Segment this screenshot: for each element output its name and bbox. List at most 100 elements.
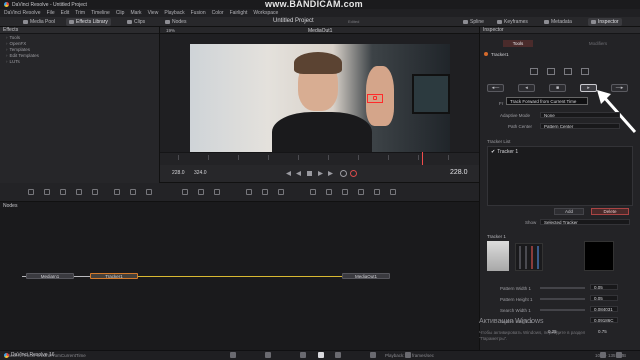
param-value-a[interactable]: 0.25 <box>548 329 557 334</box>
node-mediain[interactable]: MediaIn1 <box>26 273 74 279</box>
keyframes-button[interactable]: Keyframes <box>494 18 531 26</box>
display-icon[interactable] <box>564 68 572 75</box>
param-value-b[interactable]: 0.75 <box>598 329 607 334</box>
transform-tool-icon[interactable] <box>92 189 98 195</box>
menu-item-timeline[interactable]: Timeline <box>91 10 110 16</box>
checkbox-icon[interactable]: ✔ <box>491 149 495 155</box>
cut-page-icon[interactable] <box>265 352 271 358</box>
param-search-width-slider[interactable] <box>540 309 585 311</box>
tracker-sliders <box>515 243 543 271</box>
3d-shape-icon[interactable] <box>374 189 380 195</box>
tracker-pattern-handle[interactable] <box>373 96 377 100</box>
param-pattern-width-slider[interactable] <box>540 287 585 289</box>
menu-item-view[interactable]: View <box>148 10 159 16</box>
menu-item-davinci[interactable]: DaVinci Resolve <box>4 10 41 16</box>
tracker-list-item[interactable]: ✔ Tracker 1 <box>488 147 632 157</box>
home-icon[interactable] <box>600 352 606 358</box>
color-corrector-tool-icon[interactable] <box>198 189 204 195</box>
media-page-icon[interactable] <box>230 352 236 358</box>
node-mediaout[interactable]: MediaOut1 <box>342 273 390 279</box>
menu-item-playback[interactable]: Playback <box>164 10 184 16</box>
3d-renderer-icon[interactable] <box>358 189 364 195</box>
param-pattern-width-value[interactable]: 0.05 <box>590 284 618 290</box>
background-tool-icon[interactable] <box>28 189 34 195</box>
add-tracker-button[interactable]: Add <box>554 208 584 215</box>
3d-text-icon[interactable] <box>390 189 396 195</box>
menu-item-trim[interactable]: Trim <box>75 10 85 16</box>
play-reverse-icon[interactable] <box>296 171 301 176</box>
menu-item-color[interactable]: Color <box>212 10 224 16</box>
param-search-height-value[interactable]: 0.09186C <box>590 317 618 323</box>
fx-item-luts[interactable]: LUTs <box>0 58 159 64</box>
settings-icon[interactable] <box>581 68 589 75</box>
adaptive-mode-select[interactable]: None <box>540 112 620 118</box>
loop-icon[interactable] <box>340 170 347 177</box>
timeline-ruler[interactable] <box>160 152 479 165</box>
media-pool-button[interactable]: Media Pool <box>20 18 58 26</box>
particle-render-icon[interactable] <box>278 189 284 195</box>
nodes-panel[interactable]: Nodes MediaIn1 Tracker1 MediaOut1 <box>0 202 479 350</box>
tab-tools[interactable]: Tools <box>502 40 534 47</box>
settings-gear-icon[interactable] <box>616 352 622 358</box>
edit-page-icon[interactable] <box>300 352 306 358</box>
menu-item-clip[interactable]: Clip <box>116 10 125 16</box>
deliver-page-icon[interactable] <box>405 352 411 358</box>
track-reverse-from-current-button[interactable]: ◂ <box>518 84 535 92</box>
blur-tool-icon[interactable] <box>182 189 188 195</box>
param-pattern-height-value[interactable]: 0.05 <box>590 295 618 301</box>
node-tracker[interactable]: Tracker1 <box>90 273 138 279</box>
color-page-icon[interactable] <box>335 352 341 358</box>
3d-camera-icon[interactable] <box>342 189 348 195</box>
render-end-frame[interactable]: 324.0 <box>194 170 207 176</box>
menu-item-mark[interactable]: Mark <box>130 10 141 16</box>
menu-item-fusion[interactable]: Fusion <box>191 10 206 16</box>
param-search-width-value[interactable]: 0.084031 <box>590 306 618 312</box>
param-pattern-height-slider[interactable] <box>540 298 585 300</box>
menu-item-edit[interactable]: Edit <box>61 10 70 16</box>
path-center-select[interactable]: Pattern Center <box>540 123 620 129</box>
effects-library-button[interactable]: Effects Library <box>66 18 111 26</box>
merge-tool-icon[interactable] <box>76 189 82 195</box>
curves-tool-icon[interactable] <box>214 189 220 195</box>
particle-tool-icon[interactable] <box>246 189 252 195</box>
viewer-zoom[interactable]: 19% <box>166 28 175 33</box>
mask-tool-icon[interactable] <box>114 189 120 195</box>
record-icon[interactable] <box>350 170 357 177</box>
3d-image-plane-icon[interactable] <box>310 189 316 195</box>
playhead[interactable] <box>422 152 423 166</box>
stop-tracking-button[interactable]: ■ <box>549 84 566 92</box>
go-to-start-icon[interactable] <box>286 171 291 176</box>
3d-merge-icon[interactable] <box>326 189 332 195</box>
fairlight-page-icon[interactable] <box>370 352 376 358</box>
menu-item-file[interactable]: File <box>47 10 55 16</box>
nodes-button[interactable]: Nodes <box>162 18 189 26</box>
play-forward-icon[interactable] <box>318 171 323 176</box>
show-select[interactable]: Selected Tracker <box>540 219 630 225</box>
metadata-button[interactable]: Metadata <box>541 18 575 26</box>
text-tool-icon[interactable] <box>60 189 66 195</box>
node-name: Tracker1 <box>491 51 509 57</box>
delete-tracker-button[interactable]: Delete <box>591 208 629 215</box>
track-reverse-button[interactable]: ◂— <box>487 84 504 92</box>
ellipse-tool-icon[interactable] <box>146 189 152 195</box>
spline-button[interactable]: Spline <box>460 18 487 26</box>
stop-icon[interactable] <box>307 171 312 176</box>
tracker-icon[interactable] <box>530 68 538 75</box>
slider-track[interactable] <box>537 246 539 269</box>
render-start-frame[interactable]: 228.0 <box>172 170 185 176</box>
particle-emitter-icon[interactable] <box>262 189 268 195</box>
go-to-end-icon[interactable] <box>328 171 333 176</box>
clips-button[interactable]: Clips <box>124 18 148 26</box>
inspector-button[interactable]: Inspector <box>588 18 622 26</box>
paint-tool-icon[interactable] <box>44 189 50 195</box>
slider-track[interactable] <box>525 246 527 269</box>
fusion-page-icon[interactable] <box>318 352 324 358</box>
current-frame[interactable]: 228.0 <box>450 169 468 176</box>
polygon-tool-icon[interactable] <box>130 189 136 195</box>
menu-item-workspace[interactable]: Workspace <box>253 10 278 16</box>
slider-track[interactable] <box>519 246 521 269</box>
tab-modifiers[interactable]: Modifiers <box>579 40 617 47</box>
operation-icon[interactable] <box>547 68 555 75</box>
slider-track[interactable] <box>531 246 533 269</box>
menu-item-fairlight[interactable]: Fairlight <box>230 10 248 16</box>
